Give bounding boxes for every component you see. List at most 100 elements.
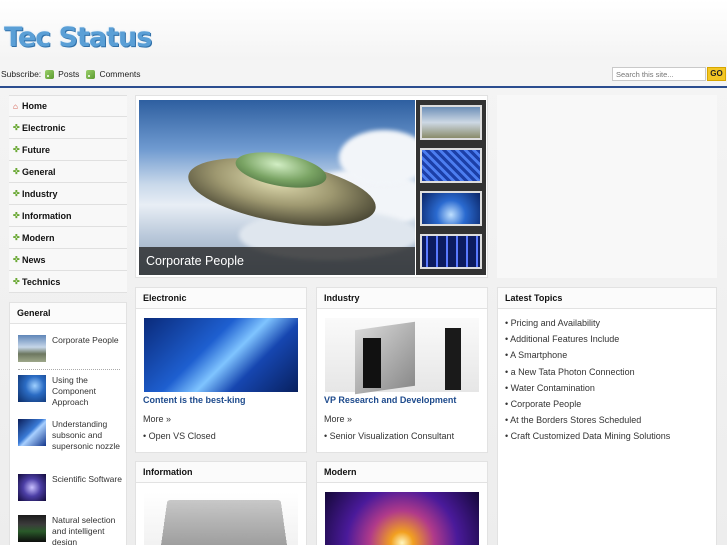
category-box-electronic: Electronic Content is the best-king More… (135, 287, 307, 453)
feature-image[interactable] (144, 492, 298, 545)
sidebar-post-title[interactable]: Corporate People (52, 335, 119, 362)
topic-item[interactable]: • Water Contamination (505, 383, 716, 399)
sidebar-post-title[interactable]: Understanding subsonic and supersonic no… (52, 419, 122, 452)
arrow-icon: ✜ (13, 277, 20, 286)
feature-image[interactable] (325, 492, 479, 545)
arrow-icon: ✜ (13, 145, 20, 154)
latest-topics-title: Latest Topics (498, 288, 716, 309)
sidebar-post[interactable]: Understanding subsonic and supersonic no… (18, 419, 122, 452)
arrow-icon: ✜ (13, 233, 20, 242)
slider-thumb-3[interactable] (420, 191, 482, 226)
category-box-information: Information (135, 461, 307, 545)
post-thumbnail[interactable] (18, 515, 46, 542)
slider-thumb-4[interactable] (420, 234, 482, 269)
sidebar-post[interactable]: Scientific Software (18, 474, 122, 501)
slider-thumbnails (416, 100, 486, 275)
nav-item-label: Information (22, 210, 72, 221)
post-link[interactable]: • Open VS Closed (143, 431, 216, 441)
topic-label: Corporate People (510, 398, 582, 409)
topic-item[interactable]: • a New Tata Photon Connection (505, 367, 716, 383)
post-link-label: Open VS Closed (148, 431, 216, 441)
category-nav: ⌂ Home ✜ Electronic ✜ Future ✜ General ✜ Indu… (9, 95, 127, 293)
rss-icon (45, 69, 55, 79)
topic-label: Water Contamination (510, 382, 595, 393)
featured-slider: Corporate People (135, 95, 488, 278)
nav-item-electronic[interactable]: ✜ Electronic (9, 117, 127, 139)
nav-item-modern[interactable]: ✜ Modern (9, 227, 127, 249)
sidebar-general-title: General (10, 303, 126, 324)
box-title[interactable]: Modern (317, 462, 487, 483)
feature-image[interactable] (325, 318, 479, 395)
sidebar-post[interactable]: Corporate People (18, 335, 122, 362)
header-divider (0, 86, 727, 88)
topic-item[interactable]: • Craft Customized Data Mining Solutions (505, 431, 716, 447)
latest-topics-list: • Pricing and Availability • Additional … (498, 309, 716, 448)
slider-thumb-2[interactable] (420, 148, 482, 183)
arrow-icon: ✜ (13, 123, 20, 132)
box-title[interactable]: Information (136, 462, 306, 483)
subscribe-bar: Subscribe: Posts Comments (1, 69, 141, 79)
category-box-modern: Modern (316, 461, 488, 545)
latest-topics-box: Latest Topics • Pricing and Availability… (497, 287, 717, 545)
rss-icon (86, 69, 96, 79)
home-icon: ⌂ (13, 101, 18, 111)
sidebar-post-title[interactable]: Scientific Software (52, 474, 122, 501)
topic-item[interactable]: • Corporate People (505, 399, 716, 415)
nav-item-news[interactable]: ✜ News (9, 249, 127, 271)
nav-item-label: Future (22, 144, 50, 155)
nav-item-information[interactable]: ✜ Information (9, 205, 127, 227)
topic-item[interactable]: • Pricing and Availability (505, 318, 716, 334)
divider (18, 369, 120, 370)
box-title[interactable]: Electronic (136, 288, 306, 309)
comments-feed-link[interactable]: Comments (99, 69, 140, 79)
post-thumbnail[interactable] (18, 419, 46, 446)
slider-thumb-1[interactable] (420, 105, 482, 140)
nav-item-label: Industry (22, 188, 58, 199)
nav-item-label: News (22, 254, 46, 265)
topic-item[interactable]: • Additional Features Include (505, 334, 716, 350)
nav-item-industry[interactable]: ✜ Industry (9, 183, 127, 205)
subscribe-label: Subscribe: (1, 69, 42, 79)
nav-item-general[interactable]: ✜ General (9, 161, 127, 183)
nav-item-home[interactable]: ⌂ Home (9, 95, 127, 117)
feature-title-link[interactable]: VP Research and Development (324, 395, 456, 405)
search-go-button[interactable]: GO (707, 67, 726, 81)
sidebar-post-title[interactable]: Using the Component Approach (52, 375, 122, 408)
box-title[interactable]: Industry (317, 288, 487, 309)
arrow-icon: ✜ (13, 167, 20, 176)
sidebar-post-title[interactable]: Natural selection and intelligent design (52, 515, 122, 545)
slide-caption[interactable]: Corporate People (139, 247, 415, 275)
topic-item[interactable]: • A Smartphone (505, 350, 716, 366)
post-thumbnail[interactable] (18, 375, 46, 402)
feature-title-link[interactable]: Content is the best-king (143, 395, 246, 405)
sidebar-post[interactable]: Using the Component Approach (18, 375, 122, 408)
topic-label: Additional Features Include (510, 334, 620, 345)
feature-image[interactable] (144, 318, 298, 392)
topic-label: Pricing and Availability (510, 318, 601, 328)
more-link[interactable]: More » (324, 414, 352, 424)
topic-label: At the Borders Stores Scheduled (510, 415, 642, 426)
search-input[interactable] (612, 67, 706, 81)
site-logo[interactable]: Tec Status (4, 22, 152, 53)
topic-label: Craft Customized Data Mining Solutions (510, 431, 671, 442)
post-thumbnail[interactable] (18, 335, 46, 362)
nav-item-label: Technics (22, 276, 61, 287)
sidebar-post[interactable]: Natural selection and intelligent design (18, 515, 122, 545)
sidebar-general-box: General Corporate People Using the Compo… (9, 302, 127, 545)
posts-feed-link[interactable]: Posts (58, 69, 79, 79)
post-link[interactable]: • Senior Visualization Consultant (324, 431, 454, 441)
topic-label: a New Tata Photon Connection (510, 366, 635, 377)
more-link[interactable]: More » (143, 414, 171, 424)
post-thumbnail[interactable] (18, 474, 46, 501)
category-box-industry: Industry VP Research and Development Mor… (316, 287, 488, 453)
nav-item-label: Modern (22, 232, 55, 243)
ad-space (497, 95, 717, 278)
arrow-icon: ✜ (13, 211, 20, 220)
nav-item-label: Electronic (22, 122, 66, 133)
nav-item-technics[interactable]: ✜ Technics (9, 271, 127, 293)
topic-item[interactable]: • At the Borders Stores Scheduled (505, 415, 716, 431)
nav-item-label: General (22, 166, 56, 177)
nav-item-future[interactable]: ✜ Future (9, 139, 127, 161)
topic-label: A Smartphone (510, 350, 568, 361)
arrow-icon: ✜ (13, 189, 20, 198)
